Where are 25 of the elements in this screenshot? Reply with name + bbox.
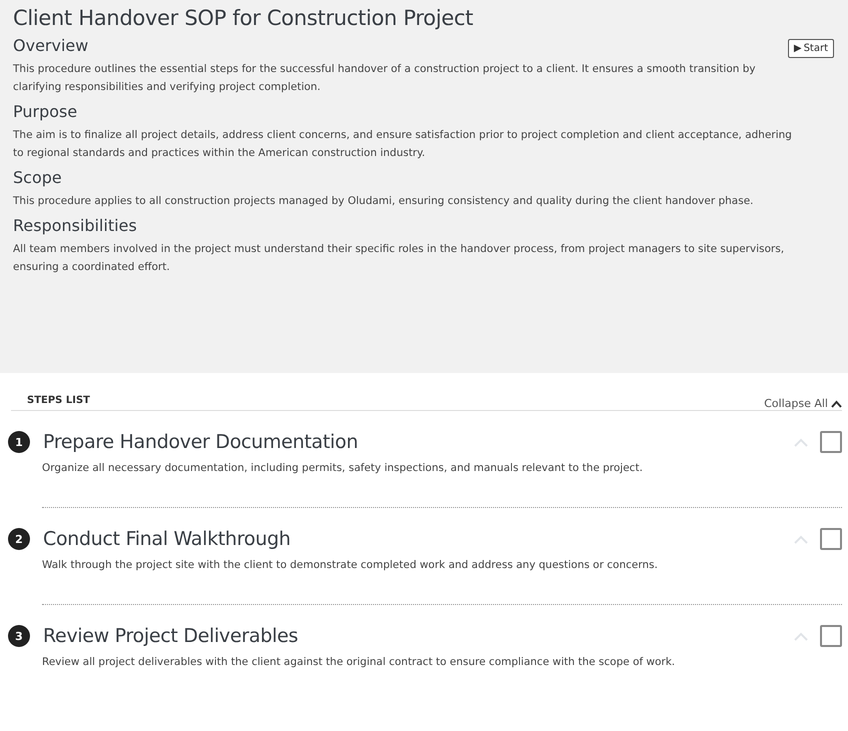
section-text: All team members involved in the project must understand their specific roles in the handover process, from project managers to site supervisors, ensuring a coordinated effort. bbox=[13, 242, 786, 275]
start-button[interactable]: ▶ Start bbox=[788, 39, 834, 58]
step-number: 3 bbox=[8, 625, 30, 647]
section-heading: Scope bbox=[13, 168, 62, 187]
step-checkbox[interactable] bbox=[820, 625, 842, 647]
section-text: This procedure outlines the essential steps for the successful handover of a construction project to a client. It ensures a smooth transition by clarifying responsibilities and verifying project completion. bbox=[13, 62, 756, 95]
collapse-all-button[interactable]: Collapse All bbox=[764, 397, 842, 410]
page-title: Client Handover SOP for Construction Project bbox=[13, 6, 474, 30]
chevron-up-icon bbox=[831, 400, 842, 408]
section-text: This procedure applies to all construction projects managed by Oludami, ensuring consistency and quality during the client handover phase. bbox=[13, 194, 754, 209]
section-heading: Overview bbox=[13, 36, 88, 55]
step-checkbox[interactable] bbox=[820, 528, 842, 550]
step-title: Conduct Final Walkthrough bbox=[43, 528, 292, 550]
step-checkbox[interactable] bbox=[820, 431, 842, 453]
section-text: The aim is to finalize all project details, address client concerns, and ensure satisfaction prior to project completion and client acceptance, adhering to regional standards and practices within the American construction industry. bbox=[13, 128, 793, 161]
step-number: 1 bbox=[8, 431, 30, 453]
step-title: Prepare Handover Documentation bbox=[43, 431, 359, 453]
step-number: 2 bbox=[8, 528, 30, 550]
step-description: Organize all necessary documentation, including permits, safety inspections, and manuals relevant to the project. bbox=[42, 461, 644, 476]
section-heading: Responsibilities bbox=[13, 216, 137, 235]
step-title: Review Project Deliverables bbox=[43, 625, 299, 647]
steps-list-label: STEPS LIST bbox=[27, 395, 90, 406]
step-description: Review all project deliverables with the client against the original contract to ensure compliance with the scope of work. bbox=[42, 655, 676, 670]
section-heading: Purpose bbox=[13, 102, 78, 121]
step-description: Walk through the project site with the client to demonstrate completed work and address any questions or concerns. bbox=[42, 558, 659, 573]
